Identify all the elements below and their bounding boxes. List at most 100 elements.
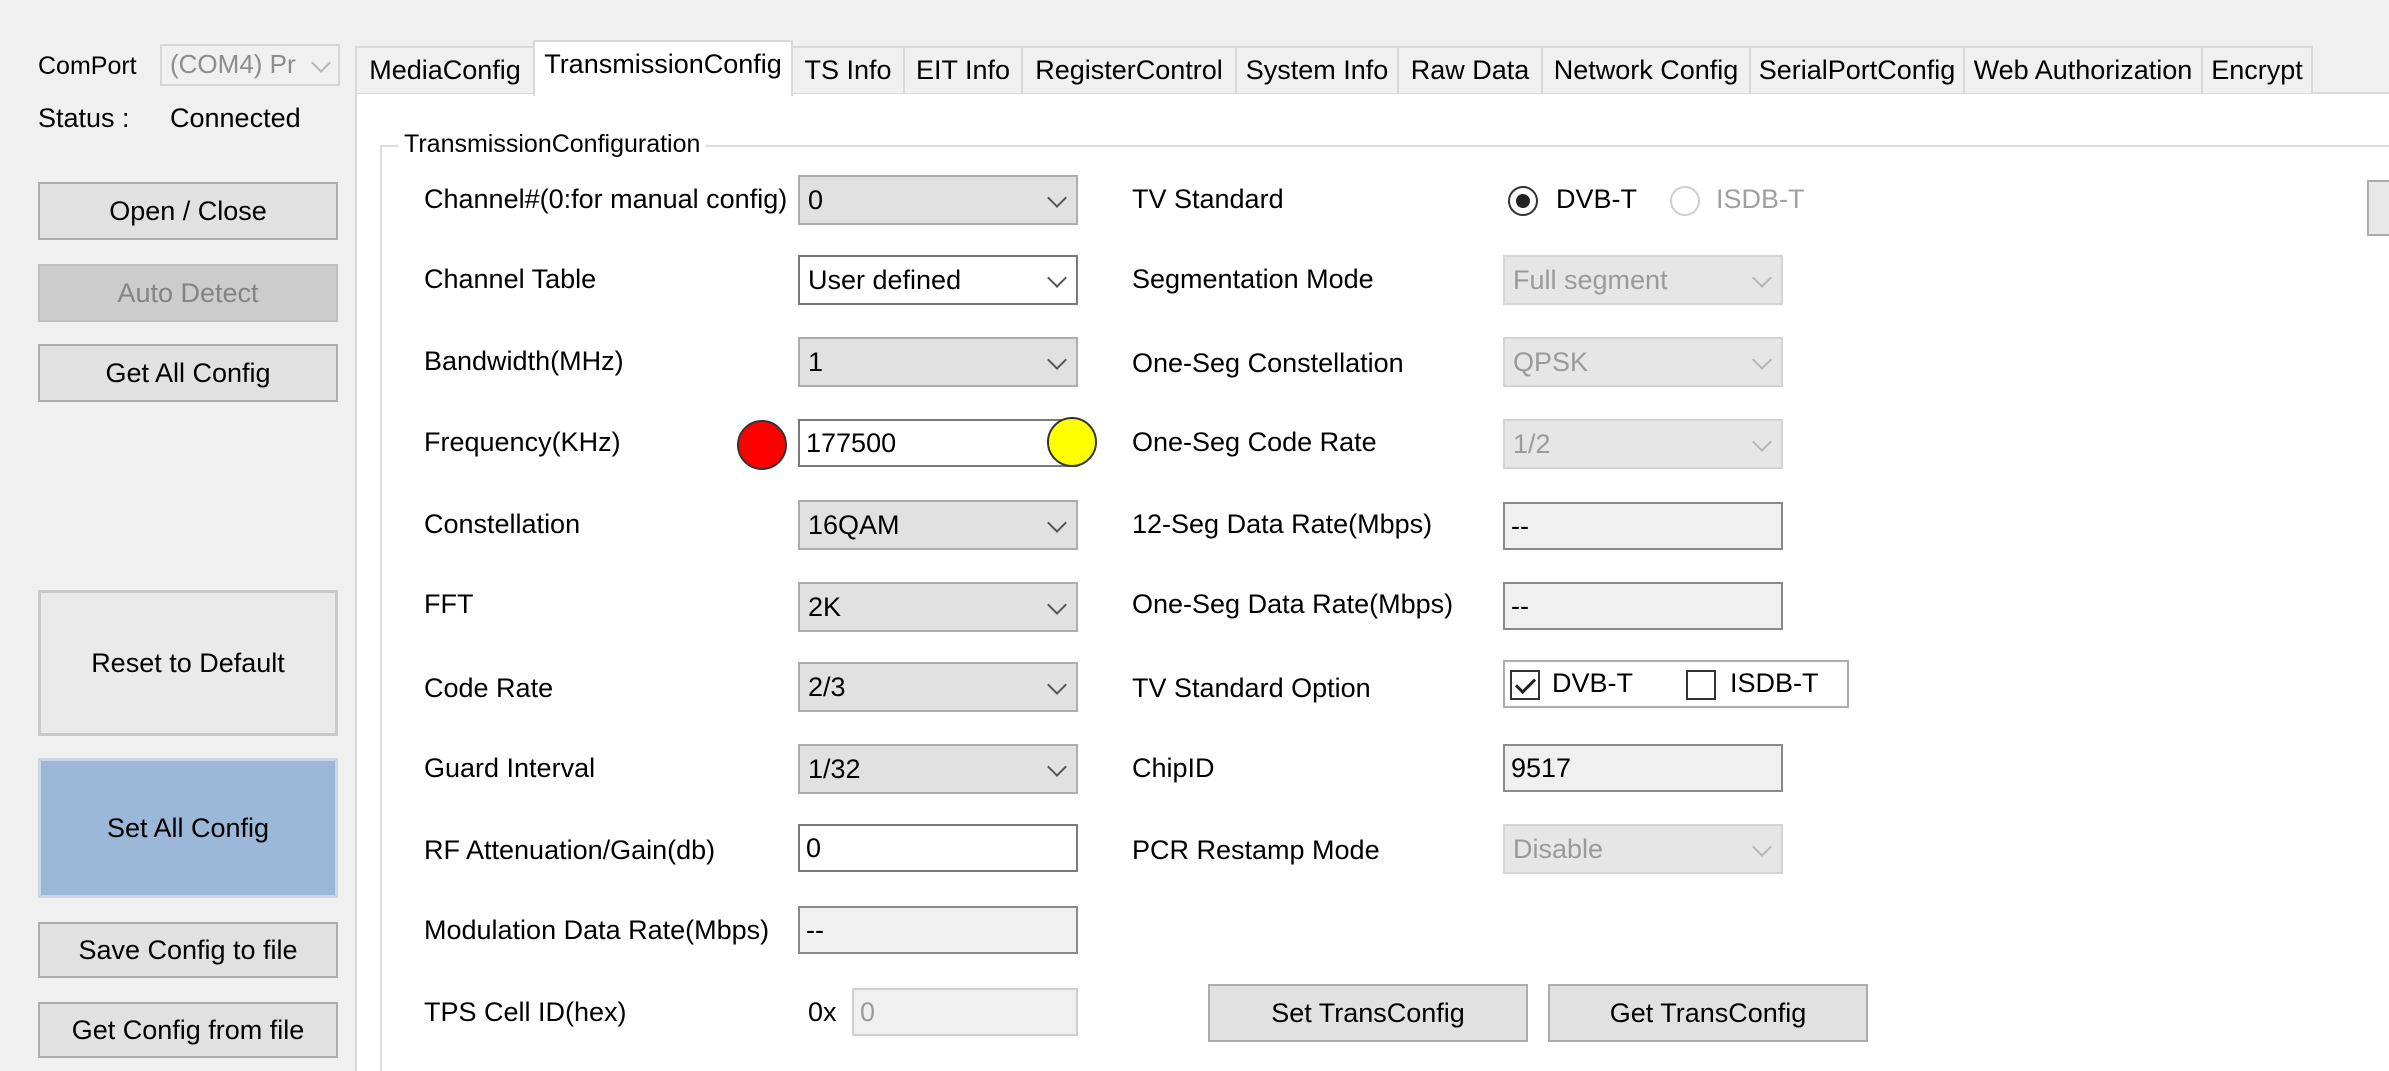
- frequency-label: Frequency(KHz): [424, 427, 621, 457]
- code-rate-select[interactable]: 2/3: [798, 662, 1078, 712]
- group-title: TransmissionConfiguration: [398, 128, 707, 160]
- mod-rate-label: Modulation Data Rate(Mbps): [424, 915, 770, 945]
- tab-eit-info[interactable]: EIT Info: [903, 46, 1023, 93]
- channel-select[interactable]: 0: [798, 175, 1078, 225]
- comport-value: (COM4) Pr: [170, 49, 296, 79]
- tv-std-option-label: TV Standard Option: [1132, 673, 1371, 703]
- pcr-restamp-value: Disable: [1513, 834, 1604, 864]
- constellation-select[interactable]: 16QAM: [798, 500, 1078, 550]
- channel-value: 0: [808, 185, 824, 215]
- tab-ts-info[interactable]: TS Info: [791, 46, 905, 93]
- tv-std-option-dvbt-checkbox[interactable]: [1510, 670, 1540, 700]
- get-config-file-button[interactable]: Get Config from file: [38, 1002, 338, 1058]
- chevron-down-icon: [1752, 837, 1772, 857]
- tab-bar: MediaConfig TransmissionConfig TS Info E…: [355, 40, 2355, 96]
- oneseg-const-select[interactable]: QPSK: [1503, 337, 1783, 387]
- tps-cell-label: TPS Cell ID(hex): [424, 997, 627, 1027]
- set-transconfig-button[interactable]: Set TransConfig: [1208, 984, 1528, 1042]
- guard-interval-select[interactable]: 1/32: [798, 744, 1078, 794]
- fft-value: 2K: [808, 592, 842, 622]
- oneseg-data-rate-field: --: [1503, 582, 1783, 630]
- pcr-restamp-label: PCR Restamp Mode: [1132, 835, 1380, 865]
- chevron-down-icon: [1047, 188, 1067, 208]
- channel-label: Channel#(0:for manual config): [424, 184, 788, 214]
- tps-cell-input[interactable]: 0: [852, 988, 1078, 1036]
- tv-standard-isdbt-radio[interactable]: [1670, 186, 1700, 216]
- chevron-down-icon: [1047, 675, 1067, 695]
- tv-std-option-isdbt-label: ISDB-T: [1730, 668, 1819, 698]
- comport-select[interactable]: (COM4) Pr: [160, 44, 340, 86]
- comport-label: ComPort: [38, 52, 137, 80]
- tv-standard-dvbt-label: DVB-T: [1556, 184, 1637, 214]
- channel-table-select[interactable]: User defined: [798, 255, 1078, 305]
- get-all-config-button[interactable]: Get All Config: [38, 344, 338, 402]
- oneseg-const-value: QPSK: [1513, 347, 1589, 377]
- chevron-down-icon: [1047, 757, 1067, 777]
- chevron-down-icon: [311, 53, 331, 73]
- guard-interval-value: 1/32: [808, 754, 861, 784]
- right-edge-control[interactable]: [2367, 180, 2389, 236]
- rf-atten-label: RF Attenuation/Gain(db): [424, 835, 716, 865]
- tab-registercontrol[interactable]: RegisterControl: [1021, 46, 1237, 93]
- status-value: Connected: [170, 103, 301, 133]
- fft-select[interactable]: 2K: [798, 582, 1078, 632]
- segmentation-select[interactable]: Full segment: [1503, 255, 1783, 305]
- tab-web-authorization[interactable]: Web Authorization: [1963, 46, 2203, 93]
- tab-transmissionconfig[interactable]: TransmissionConfig: [533, 40, 793, 96]
- chevron-down-icon: [1047, 268, 1067, 288]
- tv-std-option-isdbt-checkbox[interactable]: [1686, 670, 1716, 700]
- oneseg-data-rate-label: One-Seg Data Rate(Mbps): [1132, 589, 1454, 619]
- tab-network-config[interactable]: Network Config: [1541, 46, 1751, 93]
- open-close-button[interactable]: Open / Close: [38, 182, 338, 240]
- segmentation-value: Full segment: [1513, 265, 1668, 295]
- chevron-down-icon: [1752, 432, 1772, 452]
- guard-interval-label: Guard Interval: [424, 753, 596, 783]
- tv-std-option-dvbt-label: DVB-T: [1552, 668, 1633, 698]
- save-config-button[interactable]: Save Config to file: [38, 922, 338, 978]
- rf-atten-input[interactable]: 0: [798, 824, 1078, 872]
- bandwidth-value: 1: [808, 347, 824, 377]
- mod-rate-field: --: [798, 906, 1078, 954]
- oneseg-const-label: One-Seg Constellation: [1132, 348, 1404, 378]
- tv-standard-isdbt-label: ISDB-T: [1716, 184, 1805, 214]
- channel-table-value: User defined: [808, 265, 962, 295]
- chip-id-field: 9517: [1503, 744, 1783, 792]
- fft-label: FFT: [424, 589, 474, 619]
- seg12-rate-label: 12-Seg Data Rate(Mbps): [1132, 509, 1433, 539]
- code-rate-value: 2/3: [808, 672, 846, 702]
- tab-encrypt[interactable]: Encrypt: [2201, 46, 2313, 93]
- chip-id-label: ChipID: [1132, 753, 1215, 783]
- chevron-down-icon: [1752, 350, 1772, 370]
- oneseg-rate-value: 1/2: [1513, 429, 1551, 459]
- chevron-down-icon: [1047, 350, 1067, 370]
- oneseg-rate-select[interactable]: 1/2: [1503, 419, 1783, 469]
- tv-standard-dvbt-radio[interactable]: [1508, 186, 1538, 216]
- tab-serialportconfig[interactable]: SerialPortConfig: [1749, 46, 1965, 93]
- tv-standard-label: TV Standard: [1132, 184, 1284, 214]
- code-rate-label: Code Rate: [424, 673, 554, 703]
- chevron-down-icon: [1752, 268, 1772, 288]
- seg12-rate-field: --: [1503, 502, 1783, 550]
- frequency-input[interactable]: 177500: [798, 419, 1078, 467]
- bandwidth-select[interactable]: 1: [798, 337, 1078, 387]
- red-marker-icon: [737, 420, 787, 470]
- oneseg-rate-label: One-Seg Code Rate: [1132, 427, 1377, 457]
- yellow-marker-icon: [1047, 417, 1097, 467]
- status-label: Status :: [38, 103, 130, 133]
- chevron-down-icon: [1047, 513, 1067, 533]
- reset-default-button[interactable]: Reset to Default: [38, 590, 338, 736]
- channel-table-label: Channel Table: [424, 264, 597, 294]
- constellation-value: 16QAM: [808, 510, 900, 540]
- tab-system-info[interactable]: System Info: [1235, 46, 1399, 93]
- chevron-down-icon: [1047, 595, 1067, 615]
- constellation-label: Constellation: [424, 509, 581, 539]
- tab-mediaconfig[interactable]: MediaConfig: [355, 46, 535, 93]
- set-all-config-button[interactable]: Set All Config: [38, 758, 338, 898]
- tps-hex-prefix: 0x: [808, 997, 837, 1027]
- get-transconfig-button[interactable]: Get TransConfig: [1548, 984, 1868, 1042]
- bandwidth-label: Bandwidth(MHz): [424, 346, 624, 376]
- tab-raw-data[interactable]: Raw Data: [1397, 46, 1543, 93]
- pcr-restamp-select[interactable]: Disable: [1503, 824, 1783, 874]
- auto-detect-button[interactable]: Auto Detect: [38, 264, 338, 322]
- segmentation-label: Segmentation Mode: [1132, 264, 1374, 294]
